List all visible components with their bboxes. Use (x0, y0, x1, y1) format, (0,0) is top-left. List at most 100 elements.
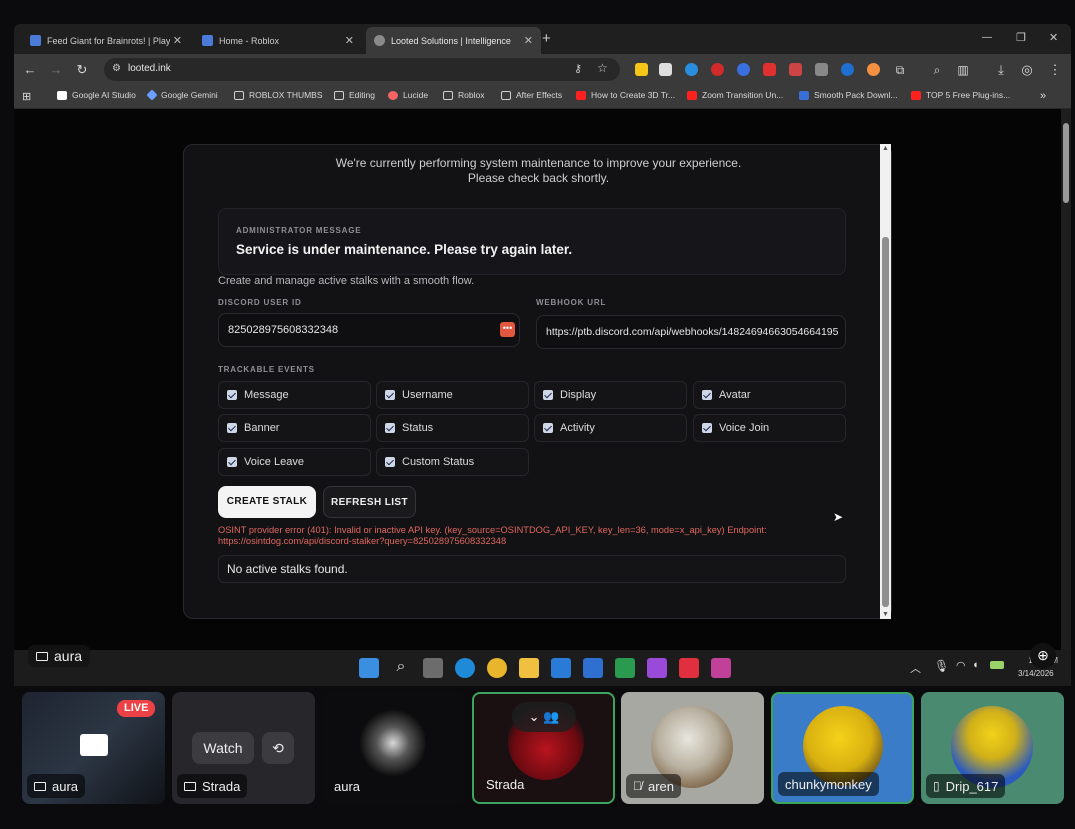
password-manager-icon[interactable]: ••• (500, 322, 515, 337)
start-windows-icon[interactable] (359, 658, 379, 678)
scroll-down-arrow-icon[interactable]: ▼ (882, 611, 889, 618)
watch-stream-button[interactable]: Watch (192, 732, 254, 764)
webhook-url-input[interactable]: https://ptb.discord.com/api/webhooks/148… (536, 315, 846, 349)
event-voice-join-checkbox[interactable]: Voice Join (693, 414, 846, 442)
checkbox-checked-icon[interactable] (702, 390, 712, 400)
search-icon[interactable]: ⌕ (391, 658, 411, 678)
password-key-icon[interactable]: ⚷ (574, 62, 582, 75)
checkbox-checked-icon[interactable] (227, 457, 237, 467)
tab-search-icon[interactable]: ⌕ (928, 61, 946, 79)
panel-scrollbar-thumb[interactable] (882, 237, 889, 607)
bookmarks-overflow-button[interactable]: » (1040, 90, 1046, 102)
bookmark-folder-editing[interactable]: Editing (334, 90, 375, 100)
extension-glasses-icon[interactable] (815, 63, 828, 76)
event-message-checkbox[interactable]: Message (218, 381, 371, 409)
site-info-icon[interactable]: ⚙ (112, 63, 121, 74)
tab-looted-solutions[interactable]: Looted Solutions | Intelligence ✕ (366, 27, 541, 54)
side-panel-icon[interactable]: ▥ (954, 61, 972, 79)
zoom-in-icon[interactable]: ⊕ (1030, 643, 1056, 669)
user-tile-aura[interactable]: aura (322, 692, 465, 804)
bookmark-google-gemini[interactable]: Google Gemini (146, 89, 218, 101)
event-status-checkbox[interactable]: Status (376, 414, 529, 442)
refresh-list-button[interactable]: REFRESH LIST (323, 486, 416, 518)
bookmark-top5-plugins[interactable]: TOP 5 Free Plug-ins... (911, 90, 1010, 100)
chrome-icon[interactable] (487, 658, 507, 678)
tray-chevron-icon[interactable]: ︿ (910, 660, 921, 676)
clipchamp-icon[interactable] (711, 658, 731, 678)
extension-red-icon[interactable] (711, 63, 724, 76)
close-tab-icon[interactable]: ✕ (345, 34, 354, 47)
participants-toggle-icon[interactable]: ⌄ 👥 (512, 702, 576, 732)
onenote-icon[interactable] (647, 658, 667, 678)
profile-icon[interactable]: ◎ (1018, 61, 1036, 79)
bookmark-folder-roblox-thumbs[interactable]: ROBLOX THUMBS (234, 90, 323, 100)
address-bar[interactable]: ⚙ looted.ink ⚷ ☆ (104, 58, 620, 81)
panel-scrollbar[interactable]: ▲ ▼ (880, 144, 891, 619)
bookmark-folder-after-effects[interactable]: After Effects (501, 90, 562, 100)
back-icon[interactable]: ← (21, 61, 39, 79)
event-display-checkbox[interactable]: Display (534, 381, 687, 409)
forward-icon[interactable]: → (47, 61, 65, 79)
menu-kebab-icon[interactable]: ⋮ (1046, 61, 1064, 79)
user-tile-drip617[interactable]: ▯ Drip_617 (921, 692, 1064, 804)
page-scrollbar[interactable] (1061, 109, 1071, 650)
checkbox-checked-icon[interactable] (702, 423, 712, 433)
new-tab-button[interactable]: + (542, 30, 551, 47)
maximize-button[interactable]: ❐ (1016, 31, 1026, 44)
extension-notes-icon[interactable] (635, 63, 648, 76)
event-username-checkbox[interactable]: Username (376, 381, 529, 409)
checkbox-checked-icon[interactable] (227, 390, 237, 400)
checkbox-checked-icon[interactable] (385, 423, 395, 433)
bookmark-google-ai-studio[interactable]: Google AI Studio (57, 90, 136, 100)
user-tile-aren[interactable]: 🎙̸ aren (621, 692, 764, 804)
extension-orange-icon[interactable] (867, 63, 880, 76)
excel-icon[interactable] (615, 658, 635, 678)
extensions-puzzle-icon[interactable]: ⧉ (891, 61, 909, 79)
event-banner-checkbox[interactable]: Banner (218, 414, 371, 442)
extension-edge-icon[interactable] (841, 63, 854, 76)
bookmark-smooth-pack[interactable]: Smooth Pack Downl... (799, 90, 898, 100)
event-voice-leave-checkbox[interactable]: Voice Leave (218, 448, 371, 476)
extension-globe-icon[interactable] (737, 63, 750, 76)
event-custom-status-checkbox[interactable]: Custom Status (376, 448, 529, 476)
checkbox-checked-icon[interactable] (543, 423, 553, 433)
checkbox-checked-icon[interactable] (385, 390, 395, 400)
checkbox-checked-icon[interactable] (227, 423, 237, 433)
checkbox-checked-icon[interactable] (385, 457, 395, 467)
checkbox-checked-icon[interactable] (543, 390, 553, 400)
extension-grid-icon[interactable] (659, 63, 672, 76)
minimize-button[interactable]: — (982, 32, 992, 43)
scroll-up-arrow-icon[interactable]: ▲ (882, 145, 889, 152)
event-avatar-checkbox[interactable]: Avatar (693, 381, 846, 409)
wifi-icon[interactable]: ◠ (956, 659, 966, 672)
discord-user-id-input[interactable]: 825028975608332348 ••• (218, 313, 520, 347)
volume-icon[interactable]: ◖ (972, 659, 979, 671)
download-icon[interactable]: ⤓ (992, 61, 1010, 79)
close-tab-icon[interactable]: ✕ (173, 34, 182, 47)
close-window-button[interactable]: ✕ (1049, 31, 1058, 44)
reload-icon[interactable]: ↻ (73, 61, 91, 79)
task-view-icon[interactable] (423, 658, 443, 678)
stream-tile-strada[interactable]: Watch ⟲ Strada (172, 692, 315, 804)
tab-feed-giant[interactable]: Feed Giant for Brainrots! | Play ✕ (22, 27, 190, 54)
edge-icon[interactable] (455, 658, 475, 678)
bookmark-zoom-transition[interactable]: Zoom Transition Un... (687, 90, 783, 100)
create-stalk-button[interactable]: CREATE STALK (218, 486, 316, 518)
access-icon[interactable] (679, 658, 699, 678)
popout-stream-icon[interactable]: ⟲ (262, 732, 294, 764)
page-scrollbar-thumb[interactable] (1063, 123, 1069, 203)
microphone-icon[interactable]: 🎙 (934, 659, 949, 673)
extension-puzzle-red-icon[interactable] (789, 63, 802, 76)
outlook-icon[interactable] (583, 658, 603, 678)
event-activity-checkbox[interactable]: Activity (534, 414, 687, 442)
extension-blue-icon[interactable] (685, 63, 698, 76)
vscode-icon[interactable] (551, 658, 571, 678)
close-tab-icon[interactable]: ✕ (524, 34, 533, 47)
battery-icon[interactable] (990, 661, 1004, 669)
stream-tile-aura[interactable]: LIVE aura (22, 692, 165, 804)
apps-grid-icon[interactable]: ⊞ (22, 90, 31, 103)
bookmark-star-icon[interactable]: ☆ (597, 61, 608, 75)
user-tile-chunkymonkey[interactable]: chunkymonkey (771, 692, 914, 804)
clock-date[interactable]: 3/14/2026 (1018, 669, 1054, 678)
extension-dice-icon[interactable] (763, 63, 776, 76)
